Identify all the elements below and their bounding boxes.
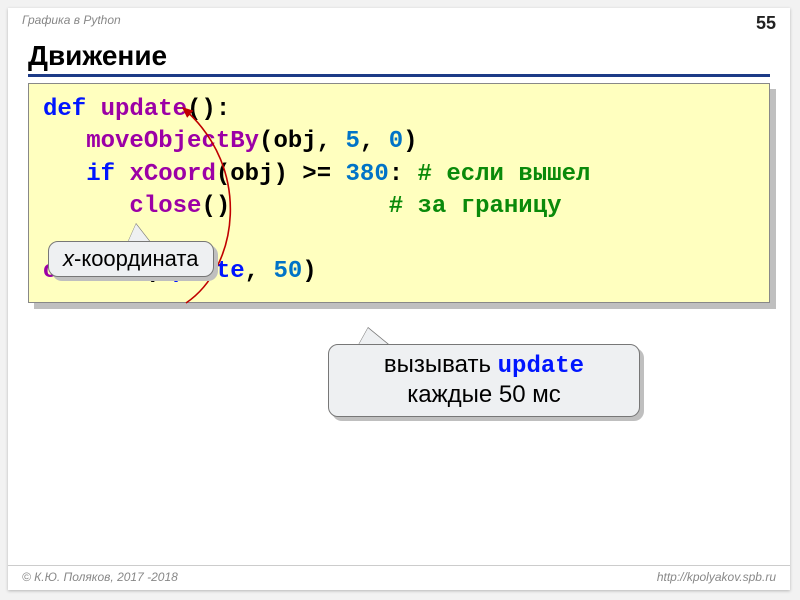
t: ( (216, 161, 230, 188)
slide: Графика в Python 55 Движение def update(… (8, 8, 790, 590)
slide-footer: © К.Ю. Поляков, 2017 -2018 http://kpolya… (8, 565, 790, 590)
op-gte: >= (302, 161, 345, 188)
course-name: Графика в Python (22, 13, 121, 34)
fn-close: close (129, 193, 201, 220)
t: , (245, 258, 274, 285)
comment-2: # за границу (389, 193, 562, 220)
footer-url: http://kpolyakov.spb.ru (657, 570, 776, 584)
callout-ontimer: вызывать update каждые 50 мс (328, 344, 640, 417)
kw-def: def (43, 96, 101, 123)
t: ) (403, 128, 417, 155)
indent (43, 193, 129, 220)
slide-header: Графика в Python 55 (8, 8, 790, 34)
arg-obj: obj (273, 128, 316, 155)
t: , (317, 128, 346, 155)
fn-xcoord: xCoord (129, 161, 215, 188)
copyright: © К.Ю. Поляков, 2017 -2018 (22, 570, 178, 584)
t: , (360, 128, 389, 155)
t: : (389, 161, 418, 188)
t: ) (302, 258, 316, 285)
fn-moveobjectby: moveObjectBy (86, 128, 259, 155)
slide-title: Движение (28, 40, 770, 77)
num-5: 5 (345, 128, 359, 155)
num-0: 0 (389, 128, 403, 155)
callout2-update: update (498, 353, 584, 380)
page-number: 55 (756, 13, 776, 34)
callout-x: x (63, 246, 74, 271)
callout-tail-icon (128, 224, 150, 242)
indent (43, 128, 86, 155)
t: ( (259, 128, 273, 155)
num-50: 50 (273, 258, 302, 285)
arg-obj: obj (230, 161, 273, 188)
callout-rest: -координата (74, 246, 199, 271)
t: ) (273, 161, 302, 188)
t: () (201, 193, 230, 220)
callout2-line2: каждые 50 мс (407, 381, 561, 408)
indent (43, 161, 86, 188)
callout-xcoord: x-координата (48, 241, 214, 277)
num-380: 380 (346, 161, 389, 188)
comment-1: # если вышел (418, 161, 591, 188)
callout2-line1a: вызывать (384, 351, 498, 378)
pad (230, 193, 388, 220)
t: (): (187, 96, 230, 123)
fn-update-def: update (101, 96, 187, 123)
kw-if: if (86, 161, 129, 188)
